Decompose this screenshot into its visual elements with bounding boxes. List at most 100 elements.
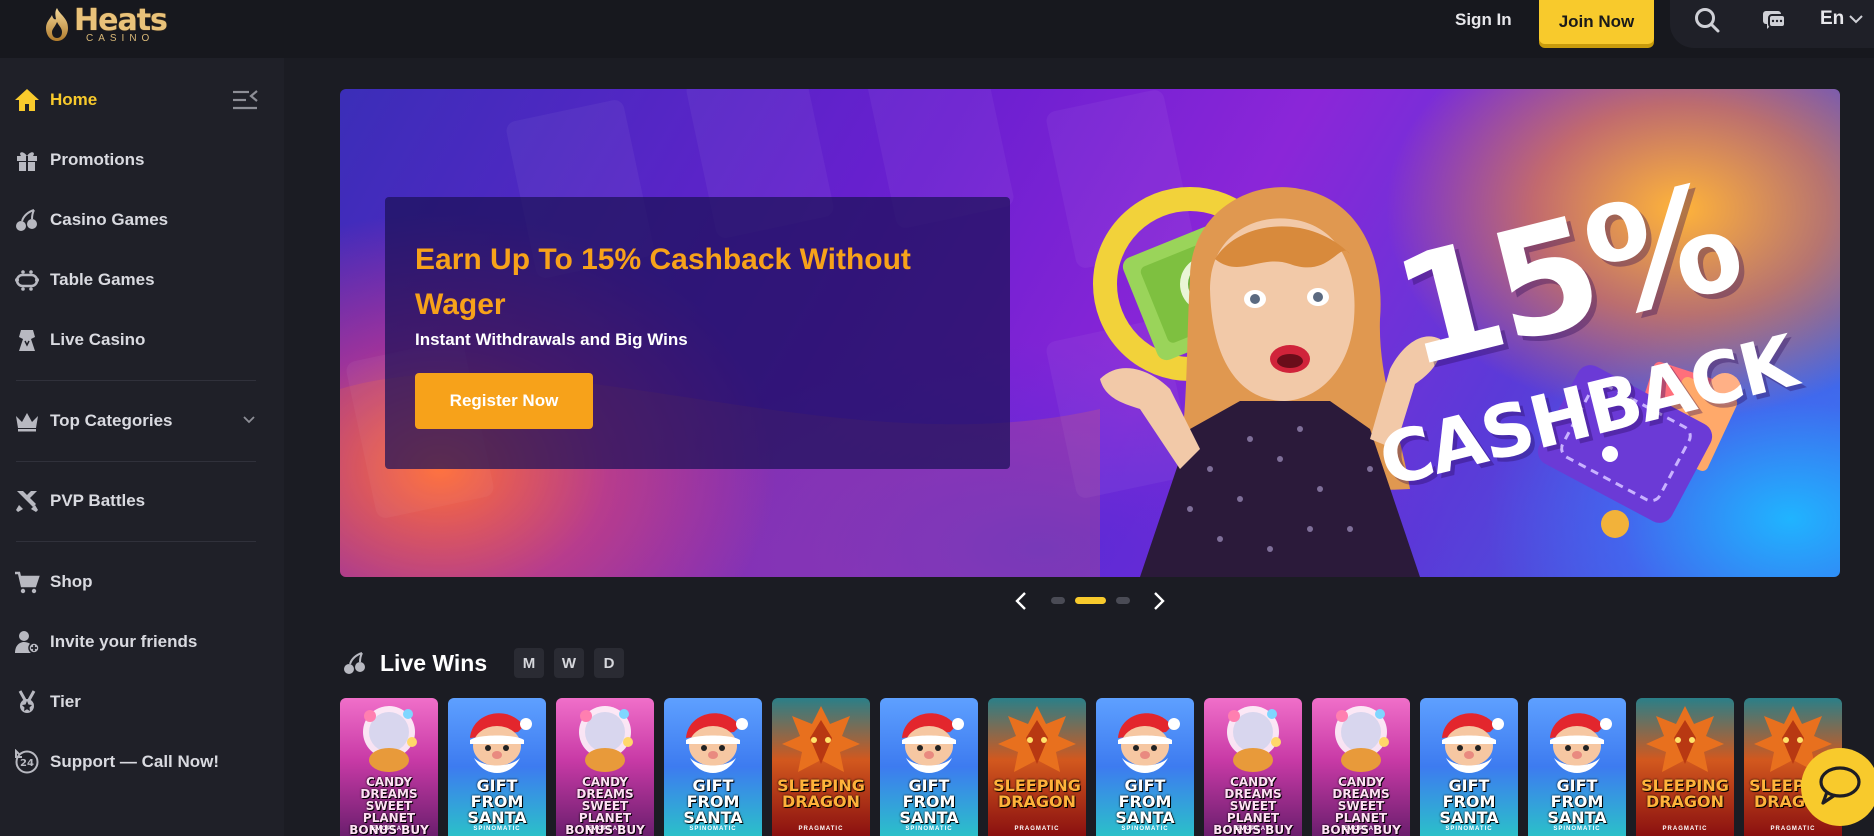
- dragon-character-icon: [998, 706, 1076, 772]
- carousel-dot-3[interactable]: [1116, 597, 1130, 604]
- sidebar-item-live-casino[interactable]: Live Casino: [0, 318, 284, 362]
- cart-icon: [15, 571, 40, 594]
- sidebar-divider: [16, 461, 256, 462]
- game-provider: SPINOMATIC: [1445, 826, 1493, 832]
- sidebar-item-label: Table Games: [50, 270, 155, 289]
- chat-bubble-icon: [1819, 766, 1861, 805]
- game-title: Sleeping Dragon: [1641, 776, 1729, 811]
- chevron-down-icon[interactable]: [243, 416, 255, 424]
- candy-character-icon: [1335, 706, 1389, 772]
- medal-icon: [18, 690, 36, 713]
- sidebar-divider: [16, 380, 256, 381]
- santa-character-icon: [1118, 713, 1180, 773]
- game-title: Sleeping Dragon: [993, 776, 1081, 811]
- game-title: Gift From Santa: [467, 776, 527, 827]
- game-provider: PRAGMATIC: [1014, 826, 1060, 832]
- live-wins-title: Live Wins: [380, 650, 488, 676]
- gift-icon: [17, 152, 37, 171]
- game-title: Sleeping Dragon: [777, 776, 865, 811]
- top-header: Heats CASINO Sign In Join Now En: [0, 0, 1874, 58]
- card-icon: [19, 330, 35, 351]
- sidebar-item-label: Casino Games: [50, 210, 169, 229]
- candy-character-icon: [1227, 706, 1281, 772]
- sidebar-item-table-games[interactable]: Table Games: [0, 258, 284, 302]
- promo-banner[interactable]: $ 15% CASHBACK Earn Up To 15% Cashback W…: [340, 89, 1840, 577]
- logo-subtitle: CASINO: [86, 33, 155, 44]
- swords-icon: [16, 491, 38, 512]
- sidebar-item-tier[interactable]: Tier: [0, 680, 284, 724]
- register-now-button[interactable]: Register Now: [415, 373, 593, 429]
- carousel-dot-1[interactable]: [1051, 597, 1065, 604]
- banner-subtitle: Instant Withdrawals and Big Wins: [415, 330, 688, 349]
- sidebar-item-home[interactable]: Home: [0, 78, 284, 122]
- game-tile[interactable]: Candy Dreams Sweet Planet Bonus Buy EVOPL…: [1312, 698, 1410, 836]
- sidebar-item-label: Top Categories: [50, 411, 173, 430]
- svg-text:24: 24: [20, 758, 34, 769]
- sidebar-item-label: Tier: [50, 692, 81, 711]
- home-icon: [15, 89, 39, 111]
- sidebar-divider: [16, 541, 256, 542]
- game-tile[interactable]: Gift From Santa SPINOMATIC: [1096, 698, 1194, 836]
- dragon-character-icon: [782, 706, 860, 772]
- language-selector[interactable]: En: [1820, 8, 1844, 30]
- chevron-down-icon[interactable]: [1849, 14, 1863, 24]
- game-title: Gift From Santa: [899, 776, 959, 827]
- game-tile[interactable]: Gift From Santa SPINOMATIC: [880, 698, 978, 836]
- carousel-dot-2-active[interactable]: [1075, 597, 1106, 604]
- game-tile[interactable]: Gift From Santa SPINOMATIC: [1528, 698, 1626, 836]
- game-provider: EVOPLAY: [1235, 826, 1271, 832]
- sidebar-item-shop[interactable]: Shop: [0, 560, 284, 604]
- sidebar-item-promotions[interactable]: Promotions: [0, 138, 284, 182]
- filter-day-button[interactable]: D: [594, 648, 624, 678]
- game-provider: SPINOMATIC: [473, 826, 521, 832]
- sidebar-item-label: Support — Call Now!: [50, 752, 220, 771]
- game-provider: SPINOMATIC: [689, 826, 737, 832]
- sidebar-item-support[interactable]: 24 Support — Call Now!: [0, 740, 284, 784]
- game-provider: PRAGMATIC: [1770, 826, 1816, 832]
- game-tile[interactable]: Gift From Santa SPINOMATIC: [448, 698, 546, 836]
- chat-icon[interactable]: [1760, 6, 1788, 34]
- sidebar-item-casino-games[interactable]: Casino Games: [0, 198, 284, 242]
- game-tile[interactable]: Candy Dreams Sweet Planet Bonus Buy EVOPL…: [1204, 698, 1302, 836]
- game-tile[interactable]: Candy Dreams Sweet Planet Bonus Buy EVOPL…: [556, 698, 654, 836]
- game-title: Gift From Santa: [1115, 776, 1175, 827]
- search-icon[interactable]: [1693, 6, 1721, 34]
- cherries-icon: [16, 209, 37, 231]
- site-logo[interactable]: Heats CASINO: [42, 0, 202, 50]
- chevron-right-icon[interactable]: [1150, 590, 1168, 612]
- santa-character-icon: [1550, 713, 1612, 773]
- game-provider: EVOPLAY: [587, 826, 623, 832]
- sidebar-item-label: Invite your friends: [50, 632, 198, 651]
- sidebar-item-top-categories[interactable]: Top Categories: [0, 399, 284, 443]
- santa-character-icon: [902, 713, 964, 773]
- chevron-left-icon[interactable]: [1012, 590, 1030, 612]
- sidebar-item-invite-friends[interactable]: Invite your friends: [0, 620, 284, 664]
- join-now-button[interactable]: Join Now: [1539, 0, 1654, 44]
- logo-wordmark: Heats: [74, 3, 168, 38]
- table-icon: [15, 270, 39, 291]
- santa-character-icon: [470, 713, 532, 773]
- candy-character-icon: [579, 706, 633, 772]
- sidebar-item-label: Shop: [50, 572, 93, 591]
- live-chat-button[interactable]: [1801, 748, 1874, 826]
- game-provider: PRAGMATIC: [1662, 826, 1708, 832]
- sign-in-button[interactable]: Sign In: [1455, 6, 1512, 34]
- santa-character-icon: [686, 713, 748, 773]
- game-tile[interactable]: Sleeping Dragon PRAGMATIC: [988, 698, 1086, 836]
- game-provider: SPINOMATIC: [905, 826, 953, 832]
- game-tile[interactable]: Sleeping Dragon PRAGMATIC: [772, 698, 870, 836]
- game-tile[interactable]: Candy Dreams Sweet Planet Bonus Buy EVOPL…: [340, 698, 438, 836]
- sidebar-item-label: Home: [50, 90, 98, 109]
- filter-week-button[interactable]: W: [554, 648, 584, 678]
- game-tile[interactable]: Sleeping Dragon PRAGMATIC: [1636, 698, 1734, 836]
- game-tile[interactable]: Gift From Santa SPINOMATIC: [1420, 698, 1518, 836]
- candy-character-icon: [363, 706, 417, 772]
- game-tile[interactable]: Gift From Santa SPINOMATIC: [664, 698, 762, 836]
- game-provider: PRAGMATIC: [798, 826, 844, 832]
- sidebar-item-pvp-battles[interactable]: PVP Battles: [0, 479, 284, 523]
- filter-month-button[interactable]: M: [514, 648, 544, 678]
- dragon-character-icon: [1646, 706, 1724, 772]
- sidebar-item-label: PVP Battles: [50, 491, 146, 510]
- santa-character-icon: [1442, 713, 1504, 773]
- game-provider: EVOPLAY: [1343, 826, 1379, 832]
